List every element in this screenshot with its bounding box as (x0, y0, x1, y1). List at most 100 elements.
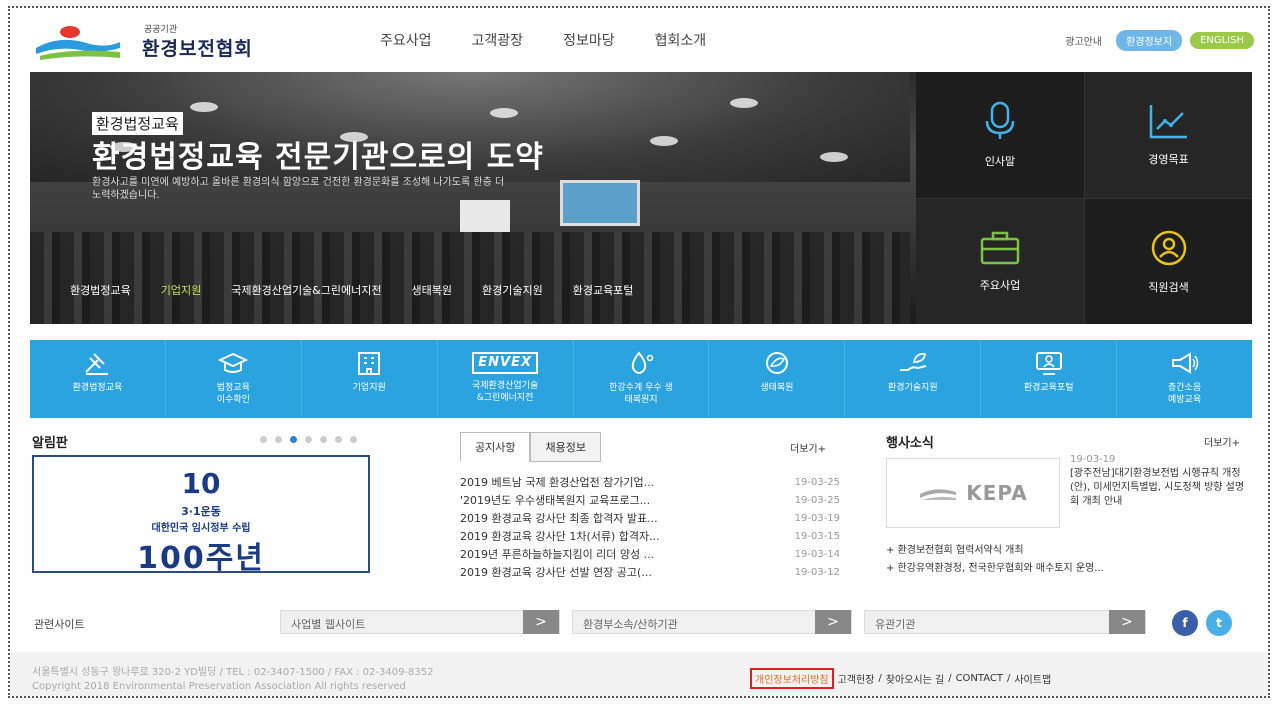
footer-link-directions[interactable]: 찾아오시는 길 (886, 671, 944, 686)
banner-number: 10 (181, 467, 221, 500)
banner-line2: 대한민국 임시정부 수립 (151, 523, 251, 534)
list-item[interactable]: 2019년 푸른하늘하늘지킴이 리더 양성 ... 19-03-14 (460, 546, 840, 564)
carousel-dot[interactable] (320, 436, 327, 443)
logo-mark-icon (36, 26, 120, 60)
related-sites: 관련사이트 사업별 웹사이트 > 환경부소속/산하기관 > 유관기관 > f t (30, 608, 1252, 638)
carousel-dot-active[interactable] (290, 436, 297, 443)
list-item[interactable]: 2019 환경교육 강사단 1차(서류) 합격자... 19-03-15 (460, 528, 840, 546)
hero-tab-eco-restore[interactable]: 생태복원 (411, 282, 451, 298)
hero-tab-edu-portal[interactable]: 환경교육포털 (573, 282, 634, 298)
quick-menu: 인사말 경영목표 주요사업 직원검색 (916, 72, 1252, 324)
select-business-sites[interactable]: 사업별 웹사이트 > (280, 610, 560, 634)
service-legal-edu[interactable]: 환경법정교육 (30, 340, 166, 418)
projector-screen (560, 180, 640, 226)
carousel-dots (260, 436, 357, 443)
service-label: 층간소음 예방교육 (1168, 383, 1202, 405)
service-envex[interactable]: ENVEX 국제환경산업기술 &그린에너지전 (438, 340, 574, 418)
site-header: 공공기관 환경보전협회 주요사업 고객광장 정보마당 협회소개 광고안내 환경정… (10, 8, 1268, 74)
quick-greeting[interactable]: 인사말 (916, 72, 1084, 198)
carousel-dot[interactable] (305, 436, 312, 443)
site-logo[interactable]: 공공기관 환경보전협회 (30, 18, 290, 64)
env-info-button[interactable]: 환경정보지 (1116, 30, 1183, 51)
quick-label: 직원검색 (1148, 280, 1189, 294)
events-more-link[interactable]: 더보기+ (1204, 434, 1240, 449)
footer-link-sitemap[interactable]: 사이트맵 (1014, 671, 1051, 686)
list-item[interactable]: 2019 베트남 국제 환경산업전 참가기업... 19-03-25 (460, 474, 840, 492)
nav-item-about[interactable]: 협회소개 (655, 30, 707, 50)
microphone-icon (985, 101, 1015, 139)
quick-label: 경영목표 (1148, 153, 1189, 166)
hero-banner: 환경법정교육 환경법정교육 전문기관으로의 도약 환경사고를 미연에 예방하고 … (30, 72, 1252, 324)
news-tabs: 공지사항 채용정보 (460, 432, 601, 462)
carousel-dot[interactable] (350, 436, 357, 443)
event-feature[interactable]: 19-03-19 [광주전남]대기환경보전법 시행규칙 개정(안), 미세먼지특… (1070, 454, 1252, 509)
chevron-right-icon: > (815, 610, 851, 634)
service-label: 환경기술지원 (887, 383, 938, 393)
footer-link-contact[interactable]: CONTACT (956, 673, 1003, 684)
banner-line1: 3·1운동 (181, 505, 221, 518)
twitter-icon[interactable]: t (1206, 610, 1232, 636)
carousel-dot[interactable] (260, 436, 267, 443)
footer-address: 서울특별시 성동구 왕나루로 320-2 YD빌딩 / TEL : 02-340… (32, 667, 434, 692)
service-label: 한강수계 우수 생 태복원지 (609, 383, 673, 405)
logo-name: 환경보전협회 (142, 38, 253, 60)
tab-jobs[interactable]: 채용정보 (530, 432, 601, 462)
service-corp-support[interactable]: 기업지원 (302, 340, 438, 418)
hero-tab-tech-support[interactable]: 환경기술지원 (482, 282, 543, 298)
list-item[interactable]: + 한강유역환경청, 전국한우협회와 매수토지 운영... (886, 560, 1246, 578)
service-edu-confirm[interactable]: 법정교육 이수확인 (166, 340, 302, 418)
event-date: 19-03-19 (1070, 454, 1116, 465)
service-label: 법정교육 이수확인 (216, 383, 250, 405)
anniversary-banner[interactable]: 10 3·1운동 대한민국 임시정부 수립 100주년 (32, 455, 370, 576)
utility-links: 광고안내 환경정보지 ENGLISH (1065, 30, 1254, 51)
service-tech-support[interactable]: 환경기술지원 (845, 340, 982, 418)
privacy-policy-link[interactable]: 개인정보처리방침 (750, 668, 834, 689)
hand-leaf-icon (899, 353, 927, 371)
chevron-right-icon: > (523, 610, 559, 634)
service-edu-portal[interactable]: 환경교육포털 (981, 340, 1118, 418)
select-ministry-sites[interactable]: 환경부소속/산하기관 > (572, 610, 852, 634)
service-noise-edu[interactable]: 층간소음 예방교육 (1117, 340, 1252, 418)
carousel-dot[interactable] (335, 436, 342, 443)
ad-link[interactable]: 광고안내 (1065, 33, 1102, 48)
facebook-icon[interactable]: f (1172, 610, 1198, 636)
quick-staff-search[interactable]: 직원검색 (1084, 198, 1252, 324)
footer-links: 개인정보처리방침 고객헌장 / 찾아오시는 길 / CONTACT / 사이트맵 (750, 668, 1051, 689)
service-label: 생태복원 (760, 383, 794, 393)
hero-tab-envex[interactable]: 국제환경산업기술&그린에너지전 (231, 282, 381, 298)
related-label: 관련사이트 (34, 618, 85, 631)
service-hangang-eco[interactable]: 한강수계 우수 생 태복원지 (574, 340, 710, 418)
event-list: + 환경보전협회 협력서약식 개최 + 한강유역환경청, 전국한우협회와 매수토… (886, 542, 1246, 578)
select-related-orgs[interactable]: 유관기관 > (864, 610, 1146, 634)
service-label: 국제환경산업기술 &그린에너지전 (471, 381, 539, 403)
ceiling-lamp (190, 102, 218, 112)
list-item[interactable]: 2019 환경교육 강사단 선발 연장 공고(... 19-03-12 (460, 564, 840, 582)
event-thumbnail[interactable]: KEPA (886, 458, 1060, 528)
events-title: 행사소식 (886, 436, 934, 451)
notice-board-title: 알림판 (32, 436, 68, 451)
quick-main-business[interactable]: 주요사업 (916, 198, 1084, 324)
hero-tab-legal-edu[interactable]: 환경법정교육 (70, 282, 131, 298)
nav-item-business[interactable]: 주요사업 (380, 30, 432, 50)
list-item[interactable]: '2019년도 우수생태복원지 교육프로그... 19-03-25 (460, 492, 840, 510)
hero-title: 환경법정교육 전문기관으로의 도약 (92, 140, 544, 175)
list-item[interactable]: 2019 환경교육 강사단 최종 합격자 발표... 19-03-19 (460, 510, 840, 528)
main-nav: 주요사업 고객광장 정보마당 협회소개 (380, 30, 706, 50)
carousel-dot[interactable] (275, 436, 282, 443)
whiteboard (460, 200, 510, 232)
hero-tab-corp-support[interactable]: 기업지원 (161, 282, 201, 298)
monitor-person-icon (1035, 352, 1062, 375)
news-more-link[interactable]: 더보기+ (790, 440, 826, 455)
tab-notices[interactable]: 공지사항 (460, 432, 531, 462)
news-list: 2019 베트남 국제 환경산업전 참가기업... 19-03-25 '2019년… (460, 474, 840, 582)
list-item[interactable]: + 환경보전협회 협력서약식 개최 (886, 542, 1246, 560)
nav-item-info[interactable]: 정보마당 (563, 30, 615, 50)
ceiling-lamp (490, 108, 518, 118)
ceiling-lamp (820, 152, 848, 162)
english-button[interactable]: ENGLISH (1190, 32, 1254, 49)
quick-goals[interactable]: 경영목표 (1084, 72, 1252, 198)
nav-item-customer[interactable]: 고객광장 (472, 30, 524, 50)
audience (30, 232, 910, 324)
service-eco-restore[interactable]: 생태복원 (709, 340, 846, 418)
footer-link-charter[interactable]: 고객헌장 (838, 671, 875, 686)
